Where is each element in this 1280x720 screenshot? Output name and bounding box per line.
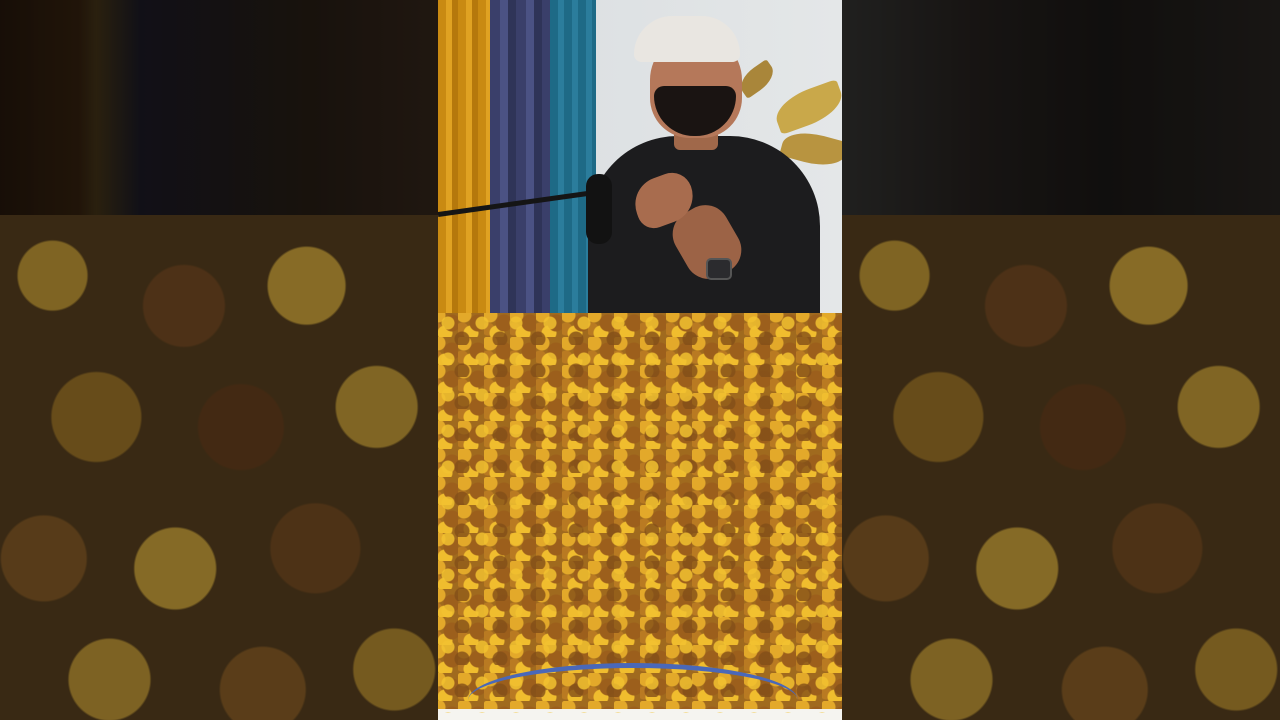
video-frame [438,0,842,720]
blurred-background-left [0,0,438,720]
baseball-cap-icon [634,16,740,62]
blurred-chickpeas-right [842,215,1280,720]
blurred-chickpeas-left [0,215,438,720]
podcast-microphone-icon [586,174,612,244]
blurred-podcast-scene-right [842,0,1280,215]
yellow-curtain [438,0,490,313]
wrist-watch-icon [706,258,732,280]
plant-leaf [770,79,842,135]
blurred-podcast-scene-left [0,0,438,215]
podcast-scene [438,0,842,313]
chickpeas-scene [438,313,842,720]
blurred-background-right [842,0,1280,720]
chickpeas-texture [438,313,842,713]
